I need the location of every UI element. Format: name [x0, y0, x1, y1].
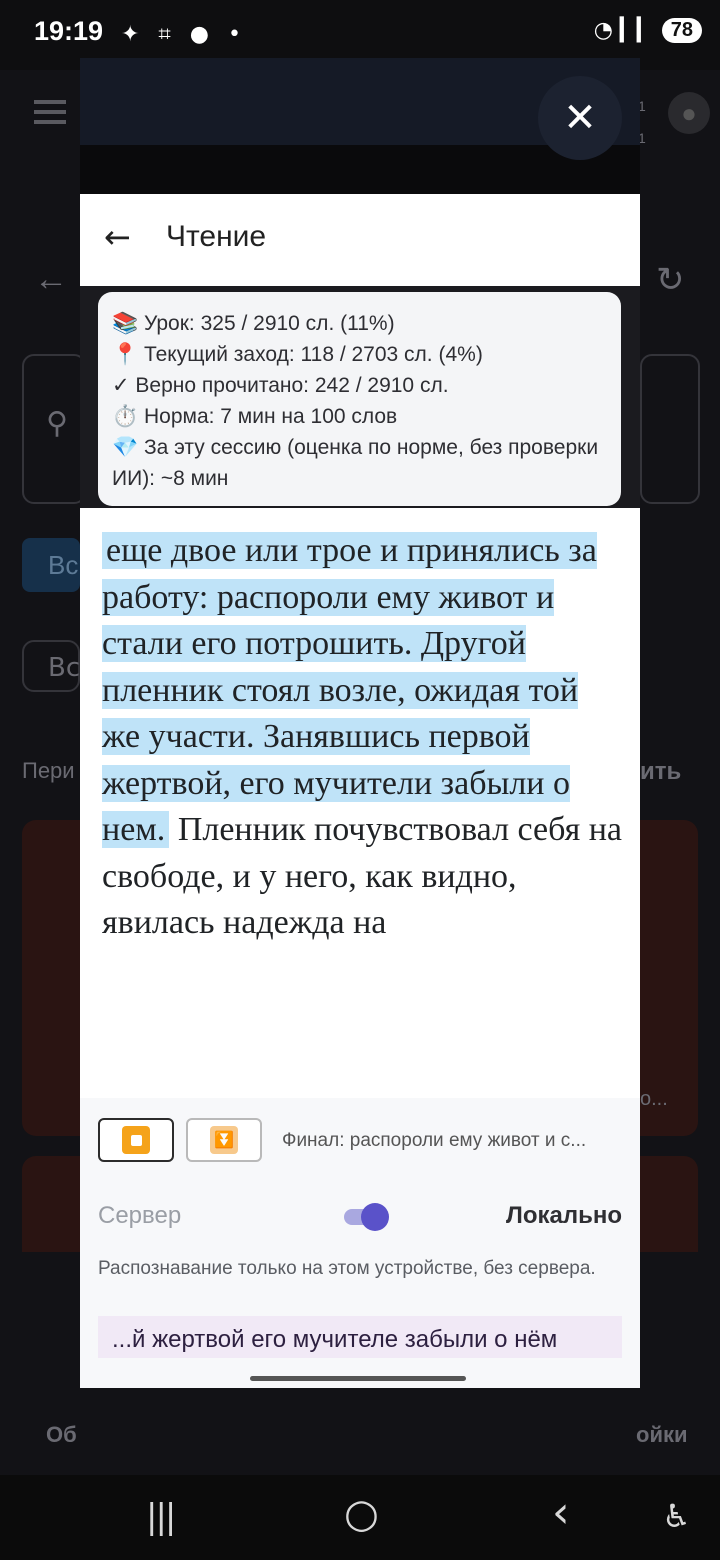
bg-chip: Вс [22, 538, 80, 592]
bg-card [640, 1156, 698, 1252]
highlighted-text: еще двое или трое и принялись за работу:… [102, 532, 597, 848]
stat-session-estimate: 💎 За эту сессию (оценка по норме, без пр… [112, 436, 599, 490]
close-button[interactable]: ✕ [538, 76, 622, 160]
bg-chip: Вс [22, 640, 80, 692]
local-mode-label: Локально [505, 1202, 622, 1229]
live-transcript: ...й жертвой его мучителе забыли о нём [98, 1316, 622, 1358]
stop-button[interactable] [98, 1118, 174, 1162]
accessibility-icon[interactable]: ♿ [662, 1497, 691, 1535]
menu-icon [34, 100, 66, 104]
stat-correct-read: ✓ Верно прочитано: 242 / 2910 сл. [112, 374, 449, 397]
recents-button[interactable]: ||| [146, 1497, 176, 1537]
stat-lesson: 📚 Урок: 325 / 2910 сл. (11%) [112, 312, 395, 335]
reading-header: ← Чтение [80, 194, 640, 286]
home-button[interactable]: ○ [344, 1491, 379, 1537]
stats-card: 📚 Урок: 325 / 2910 сл. (11%) 📍 Текущий з… [98, 292, 621, 506]
bg-search-box [640, 354, 700, 504]
final-recognition-text: Финал: распороли ему живот и с... [282, 1130, 587, 1151]
avatar: ● [668, 92, 710, 134]
reading-controls: ⏬ Финал: распороли ему живот и с... Серв… [80, 1098, 640, 1388]
mode-toggle[interactable] [342, 1202, 392, 1231]
bg-ellipsis: о... [640, 1088, 668, 1110]
bg-label: Пери [22, 758, 75, 783]
stat-norm: ⏱️ Норма: 7 мин на 100 слов [112, 405, 398, 428]
toggle-knob [361, 1203, 389, 1231]
page-title: Чтение [166, 220, 267, 253]
server-mode-label: Сервер [98, 1202, 182, 1229]
bg-card [22, 1156, 80, 1252]
bg-refresh-icon: ↻ [656, 261, 685, 299]
download-button[interactable]: ⏬ [186, 1118, 262, 1162]
bg-label: ить [640, 758, 682, 785]
scroll-indicator [250, 1376, 466, 1381]
close-icon: ✕ [563, 95, 597, 141]
unread-text: Пленник почувствовал себя на свободе, и … [102, 811, 623, 941]
notification-icons: ✦ ⌗ ● • [108, 22, 247, 47]
status-time: 19:19 [34, 16, 104, 46]
stat-current-session: 📍 Текущий заход: 118 / 2703 сл. (4%) [112, 343, 483, 366]
status-right-group: ◔ ▎▎ 78 [594, 18, 702, 43]
double-down-arrow-icon: ⏬ [210, 1126, 238, 1154]
bg-tab-label: Об [46, 1422, 77, 1447]
bg-back-icon: ← [34, 260, 68, 298]
back-button[interactable]: ‹ [552, 1487, 570, 1538]
bg-card [22, 820, 80, 1136]
system-nav-bar: ||| ○ ‹ ♿ [0, 1475, 720, 1560]
bg-search-icon: ⚲ [46, 407, 68, 440]
reading-text-area[interactable]: еще двое или трое и принялись за работу:… [80, 508, 640, 1098]
bg-tab-label: ойки [636, 1422, 688, 1447]
stop-icon [122, 1126, 150, 1154]
reading-text: еще двое или трое и принялись за работу:… [102, 528, 622, 947]
back-arrow-icon[interactable]: ← [104, 218, 131, 256]
battery-indicator: 78 [661, 18, 702, 43]
mode-description: Распознавание только на этом устройстве,… [98, 1258, 596, 1279]
wifi-signal-icon: ◔ ▎▎ [593, 18, 654, 43]
